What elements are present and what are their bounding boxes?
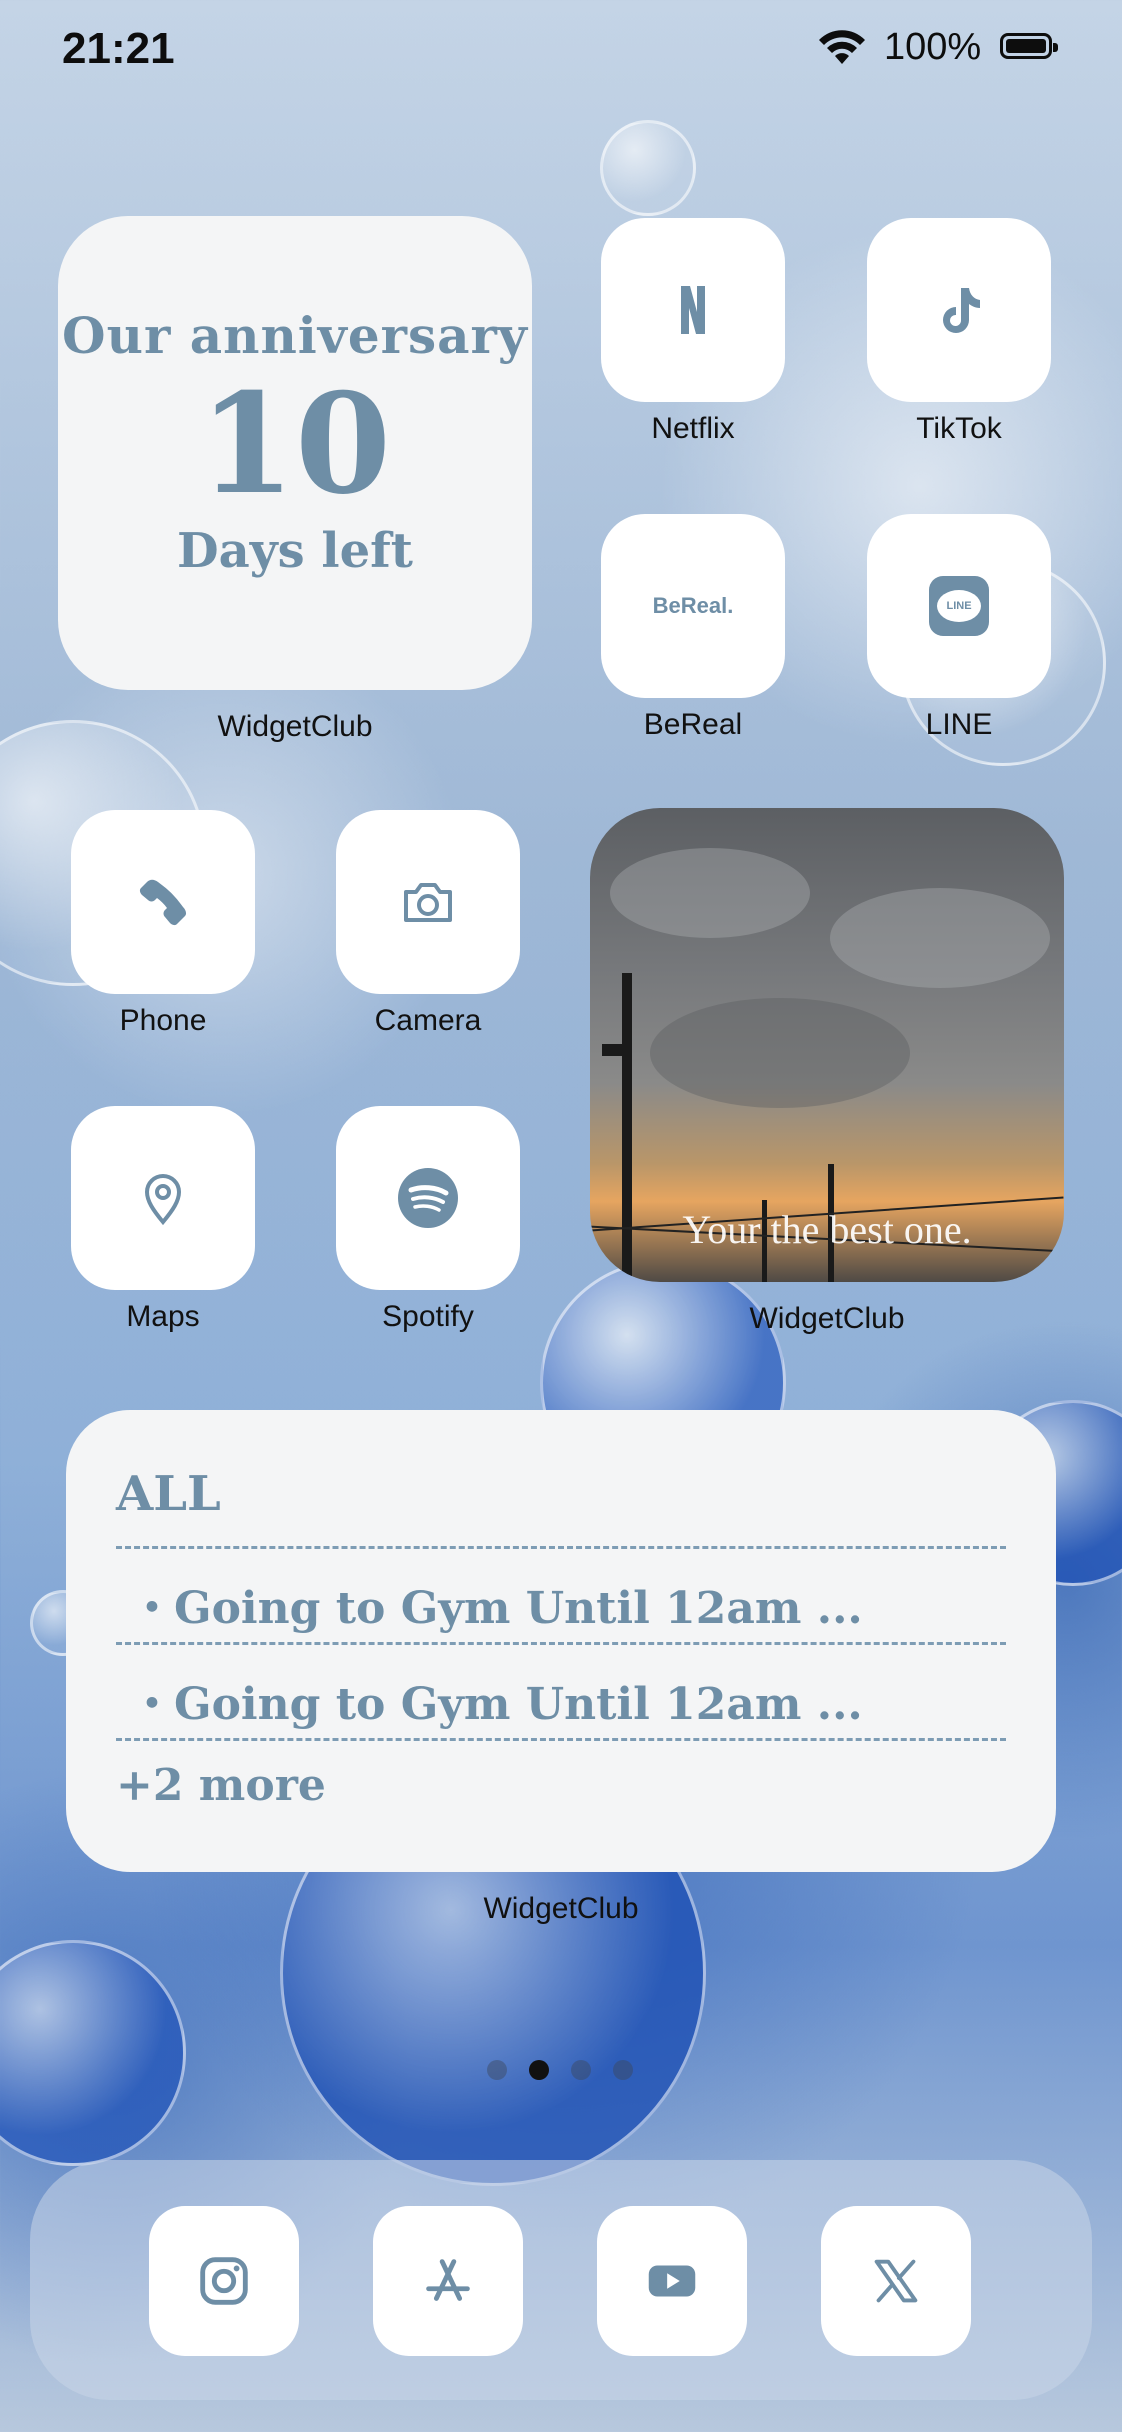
- x-icon: [874, 2259, 918, 2303]
- app-tiktok[interactable]: TikTok: [867, 218, 1051, 446]
- page-dot[interactable]: [613, 2060, 633, 2080]
- map-pin-icon: [144, 1174, 182, 1226]
- anniversary-subtitle: Days left: [177, 523, 413, 579]
- divider: [116, 1738, 1006, 1741]
- app-label: BeReal: [643, 708, 743, 741]
- spotify-icon: [398, 1168, 458, 1228]
- app-camera[interactable]: Camera: [336, 810, 520, 1038]
- instagram-icon: [200, 2257, 248, 2305]
- divider: [116, 1546, 1006, 1549]
- photo-widget-label: WidgetClub: [749, 1302, 905, 1335]
- anniversary-widget-label: WidgetClub: [217, 710, 373, 743]
- todo-title: ALL: [116, 1466, 221, 1522]
- anniversary-widget[interactable]: Our anniversary 10 Days left: [58, 216, 532, 690]
- tiktok-icon: [943, 288, 980, 333]
- page-dot-active[interactable]: [529, 2060, 549, 2080]
- youtube-icon: [648, 2265, 696, 2297]
- camera-icon: [404, 883, 452, 922]
- line-icon: LINE: [929, 576, 989, 636]
- page-dot[interactable]: [571, 2060, 591, 2080]
- todo-widget[interactable]: ALL ・Going to Gym Until 12am ... ・Going …: [66, 1410, 1056, 1872]
- page-dot[interactable]: [487, 2060, 507, 2080]
- line-icon-text: LINE: [946, 600, 972, 612]
- bereal-icon: BeReal.: [652, 593, 734, 618]
- photo-widget[interactable]: Your the best one.: [590, 808, 1064, 1282]
- app-label: LINE: [925, 708, 993, 741]
- netflix-icon: [681, 286, 705, 334]
- app-netflix[interactable]: Netflix: [601, 218, 785, 446]
- app-spotify[interactable]: Spotify: [336, 1106, 520, 1334]
- todo-widget-label: WidgetClub: [483, 1892, 639, 1925]
- app-line[interactable]: LINE LINE: [867, 514, 1051, 742]
- anniversary-count: 10: [198, 362, 392, 525]
- battery-icon: [1000, 33, 1058, 59]
- dock-app-instagram[interactable]: [149, 2206, 299, 2356]
- app-label: Camera: [374, 1004, 482, 1037]
- app-label: Netflix: [651, 412, 735, 445]
- app-label: Phone: [119, 1004, 207, 1037]
- app-label: TikTok: [916, 412, 1002, 445]
- app-phone[interactable]: Phone: [71, 810, 255, 1038]
- battery-percent: 100%: [884, 26, 982, 68]
- wifi-icon: [819, 30, 865, 64]
- anniversary-title: Our anniversary: [62, 306, 528, 365]
- photo-caption: Your the best one.: [682, 1207, 972, 1252]
- dock-app-app-store[interactable]: [373, 2206, 523, 2356]
- todo-more: +2 more: [116, 1760, 326, 1811]
- dock-app-youtube[interactable]: [597, 2206, 747, 2356]
- phone-icon: [139, 879, 187, 926]
- todo-item: ・Going to Gym Until 12am ...: [130, 1583, 863, 1634]
- dock-app-x[interactable]: [821, 2206, 971, 2356]
- app-bereal[interactable]: BeReal. BeReal: [601, 514, 785, 742]
- status-time: 21:21: [62, 24, 175, 73]
- app-maps[interactable]: Maps: [71, 1106, 255, 1334]
- app-label: Spotify: [382, 1300, 474, 1333]
- app-store-icon: [426, 2259, 470, 2301]
- divider: [116, 1642, 1006, 1645]
- todo-item: ・Going to Gym Until 12am ...: [130, 1679, 863, 1730]
- status-bar: 21:21 100%: [0, 0, 1122, 96]
- app-label: Maps: [126, 1300, 200, 1333]
